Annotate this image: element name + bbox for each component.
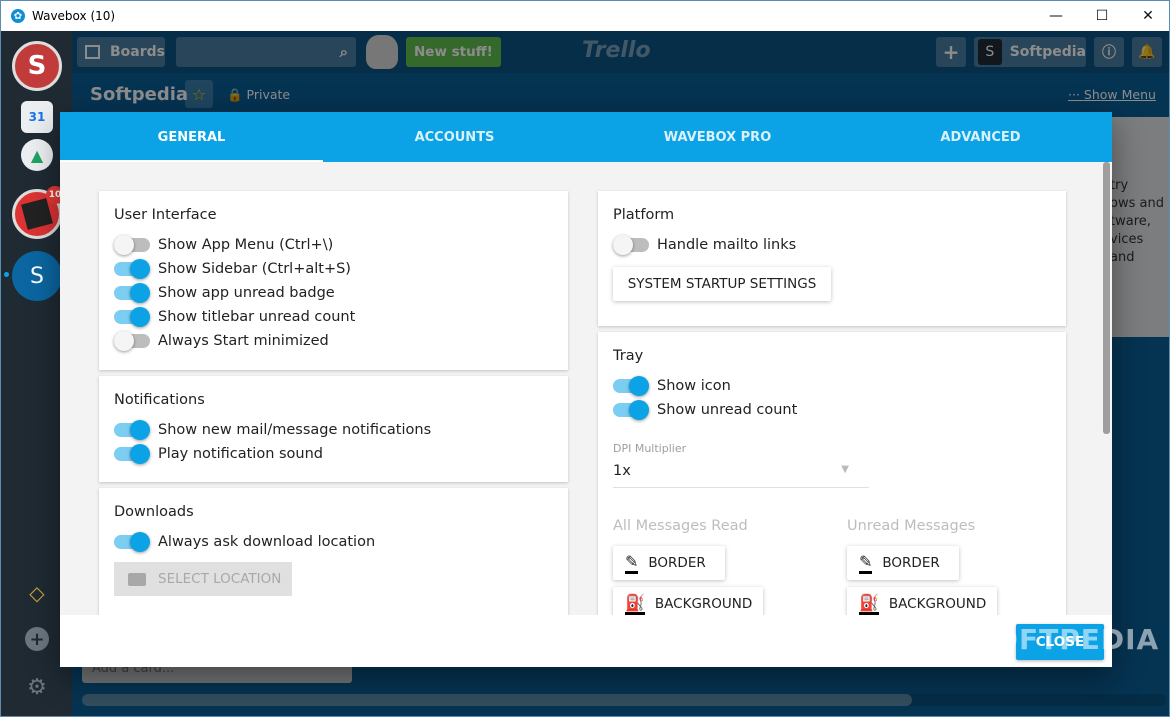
toggle-switch[interactable] [613, 400, 649, 420]
toggle-label: Show titlebar unread count [158, 309, 356, 325]
dropdown-arrow-icon: ▼ [841, 464, 849, 475]
wavebox-logo-icon: ✿ [11, 9, 25, 23]
toggle-label: Show new mail/message notifications [158, 422, 432, 438]
section-title: Downloads [114, 504, 194, 520]
paint-bucket-icon: ⛽ [859, 593, 879, 615]
toggle-row[interactable]: Show titlebar unread count [114, 305, 355, 329]
section-title: User Interface [114, 207, 217, 223]
window-title: Wavebox (10) [32, 9, 116, 23]
toggle-switch[interactable] [613, 235, 649, 255]
calendar-icon[interactable]: 31 [21, 101, 53, 133]
toggle-row[interactable]: Show icon [613, 374, 731, 398]
toggle-switch[interactable] [114, 331, 150, 351]
toggle-row[interactable]: Always Start minimized [114, 329, 329, 353]
settings-gear-icon[interactable]: ⚙ [23, 673, 51, 701]
paint-bucket-icon: ⛽ [625, 593, 645, 615]
toggle-row[interactable]: Show app unread badge [114, 281, 335, 305]
toggle-label: Show app unread badge [158, 285, 335, 301]
tab-accounts[interactable]: ACCOUNTS [323, 112, 586, 162]
tab-advanced[interactable]: ADVANCED [849, 112, 1112, 162]
background-label: BACKGROUND [888, 596, 987, 612]
toggle-label: Handle mailto links [657, 237, 797, 253]
pencil-icon: ✎ [859, 552, 873, 574]
toggle-row[interactable]: Show App Menu (Ctrl+\) [114, 233, 333, 257]
toggle-switch[interactable] [114, 307, 150, 327]
toggle-switch[interactable] [613, 376, 649, 396]
scrollbar-thumb[interactable] [1103, 162, 1110, 434]
system-startup-settings-button[interactable]: SYSTEM STARTUP SETTINGS [613, 267, 831, 301]
dialog-footer: CLOSE [60, 615, 1112, 667]
platform-card: Platform Handle mailto links SYSTEM STAR… [598, 191, 1066, 326]
settings-tabs: GENERAL ACCOUNTS WAVEBOX PRO ADVANCED [60, 112, 1112, 162]
softpedia-watermark: SOFTPEDIA [973, 623, 1160, 656]
title-bar: ✿ Wavebox (10) — ☐ ✕ [1, 1, 1169, 31]
maximize-button[interactable]: ☐ [1079, 1, 1125, 31]
app-window: ✿ Wavebox (10) — ☐ ✕ S 31 ▲ 10 S ◇ + ⚙ B… [0, 0, 1170, 717]
toggle-switch[interactable] [114, 420, 150, 440]
mail-icon[interactable]: S [12, 41, 62, 91]
select-location-label: SELECT LOCATION [158, 571, 282, 587]
toggle-label: Show Sidebar (Ctrl+alt+S) [158, 261, 351, 277]
toggle-row[interactable]: Play notification sound [114, 442, 323, 466]
all-read-label: All Messages Read [613, 518, 748, 534]
pencil-icon: ✎ [625, 552, 639, 574]
downloads-card: Downloads Always ask download location S… [99, 488, 568, 615]
toggle-row[interactable]: Always ask download location [114, 530, 375, 554]
close-window-button[interactable]: ✕ [1125, 1, 1169, 31]
office-square [21, 198, 53, 230]
background-label: BACKGROUND [654, 596, 753, 612]
dpi-select[interactable]: 1x ▼ [613, 460, 869, 488]
dpi-label: DPI Multiplier [613, 442, 687, 455]
toggle-switch[interactable] [114, 235, 150, 255]
toggle-label: Play notification sound [158, 446, 324, 462]
minimize-button[interactable]: — [1033, 1, 1079, 31]
toggle-switch[interactable] [114, 283, 150, 303]
tray-card: Tray Show icon Show unread count DPI Mul… [598, 332, 1066, 615]
toggle-row[interactable]: Handle mailto links [613, 233, 796, 257]
toggle-switch[interactable] [114, 259, 150, 279]
section-title: Tray [613, 348, 644, 364]
section-title: Notifications [114, 392, 205, 408]
select-location-button[interactable]: SELECT LOCATION [114, 562, 292, 596]
content-scrollbar[interactable] [1103, 162, 1110, 615]
toggle-label: Show unread count [657, 402, 798, 418]
toggle-switch[interactable] [114, 444, 150, 464]
notifications-card: Notifications Show new mail/message noti… [99, 376, 568, 482]
border-label: BORDER [648, 555, 706, 571]
unread-background-button[interactable]: ⛽ BACKGROUND [847, 587, 997, 615]
toggle-switch[interactable] [114, 532, 150, 552]
toggle-label: Always Start minimized [158, 333, 329, 349]
toggle-row[interactable]: Show unread count [613, 398, 797, 422]
active-indicator [4, 272, 9, 277]
folder-icon [128, 572, 146, 586]
user-interface-card: User Interface Show App Menu (Ctrl+\) Sh… [99, 191, 568, 370]
add-account-icon[interactable]: + [25, 627, 49, 651]
calendar-day: 31 [28, 110, 46, 124]
unread-border-button[interactable]: ✎ BORDER [847, 546, 959, 580]
section-title: Platform [613, 207, 675, 223]
toggle-label: Show App Menu (Ctrl+\) [158, 237, 334, 253]
tab-wavebox-pro[interactable]: WAVEBOX PRO [586, 112, 849, 162]
dpi-value: 1x [613, 463, 631, 479]
settings-dialog: GENERAL ACCOUNTS WAVEBOX PRO ADVANCED Us… [60, 112, 1112, 667]
tab-general[interactable]: GENERAL [60, 112, 323, 162]
border-label: BORDER [882, 555, 940, 571]
toggle-label: Show icon [657, 378, 731, 394]
account-icon[interactable]: S [12, 251, 62, 301]
read-background-button[interactable]: ⛽ BACKGROUND [613, 587, 763, 615]
settings-content: User Interface Show App Menu (Ctrl+\) Sh… [60, 162, 1112, 615]
drive-icon[interactable]: ▲ [21, 139, 53, 171]
account-letter: S [30, 263, 44, 289]
unread-label: Unread Messages [847, 518, 976, 534]
diamond-icon[interactable]: ◇ [23, 579, 51, 607]
read-border-button[interactable]: ✎ BORDER [613, 546, 725, 580]
toggle-label: Always ask download location [158, 534, 376, 550]
toggle-row[interactable]: Show Sidebar (Ctrl+alt+S) [114, 257, 351, 281]
toggle-row[interactable]: Show new mail/message notifications [114, 418, 431, 442]
